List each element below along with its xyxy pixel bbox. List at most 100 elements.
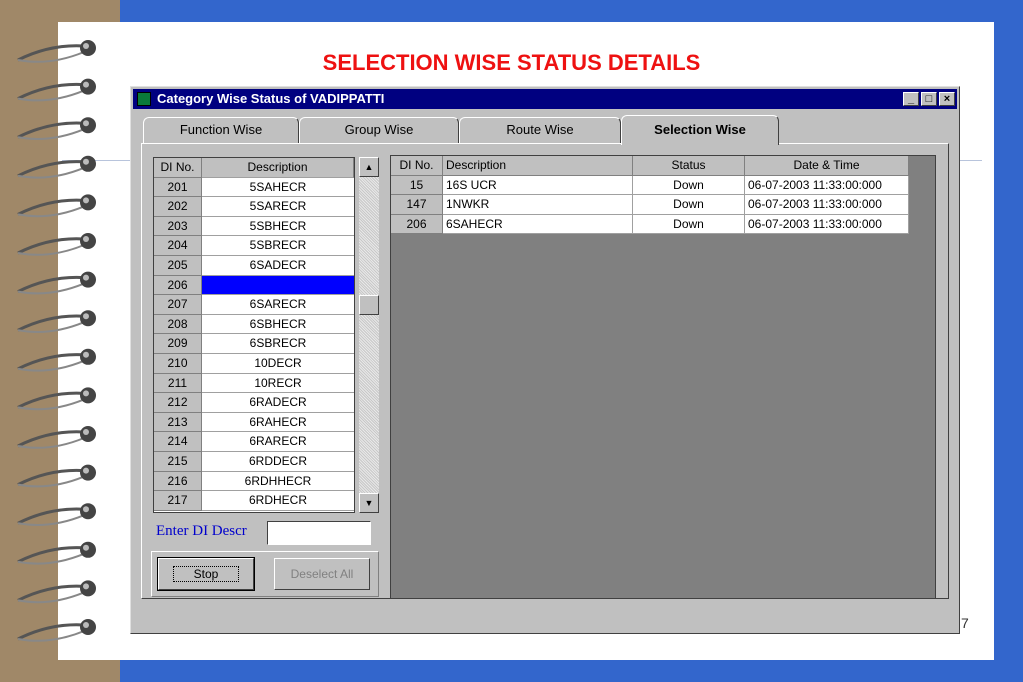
- di-description: 6RDDECR: [202, 452, 354, 472]
- binder-ring-icon: [17, 271, 96, 295]
- status-table-scroll-area: [909, 156, 935, 598]
- scroll-down-button[interactable]: ▼: [359, 493, 379, 513]
- di-number: 215: [154, 452, 202, 472]
- di-number: 205: [154, 256, 202, 276]
- status-cell: Down: [633, 175, 745, 196]
- column-header-di-no[interactable]: DI No.: [391, 156, 443, 176]
- stop-button-label: Stop: [172, 566, 240, 582]
- list-item[interactable]: 217 6RDHECR: [154, 491, 354, 511]
- spiral-binding: [17, 40, 96, 642]
- di-description: 6RARECR: [202, 432, 354, 452]
- scroll-up-button[interactable]: ▲: [359, 157, 379, 177]
- tab-route-wise[interactable]: Route Wise: [459, 117, 621, 143]
- column-header-date-time[interactable]: Date & Time: [745, 156, 909, 176]
- maximize-button[interactable]: □: [921, 92, 937, 106]
- enter-di-input[interactable]: [267, 521, 371, 545]
- di-number: 206: [391, 214, 443, 235]
- di-number: 209: [154, 334, 202, 354]
- binder-ring-icon: [17, 619, 96, 642]
- list-item[interactable]: 215 6RDDECR: [154, 452, 354, 472]
- di-number: 216: [154, 471, 202, 492]
- di-description: 6SBHECR: [202, 315, 354, 335]
- deselect-all-button[interactable]: Deselect All: [274, 558, 370, 590]
- list-item[interactable]: 203 5SBHECR: [154, 216, 354, 237]
- list-item[interactable]: 211 10RECR: [154, 373, 354, 394]
- list-item[interactable]: 214 6RARECR: [154, 432, 354, 452]
- tab-group-wise[interactable]: Group Wise: [299, 117, 459, 143]
- binder-ring-icon: [17, 541, 96, 565]
- page-number: 7: [961, 615, 969, 631]
- di-description: 10RECR: [202, 374, 354, 394]
- binder-ring-icon: [17, 464, 96, 488]
- di-number: 212: [154, 393, 202, 413]
- binder-ring-icon: [17, 310, 96, 333]
- status-cell: Down: [633, 195, 745, 215]
- status-table[interactable]: DI No. Description Status Date & Time 15…: [390, 155, 936, 599]
- list-item[interactable]: 212 6RADECR: [154, 393, 354, 413]
- list-item[interactable]: 213 6RAHECR: [154, 412, 354, 433]
- datetime-cell: 06-07-2003 11:33:00:000: [745, 175, 909, 196]
- di-description: 6RDHHECR: [202, 472, 354, 492]
- binder-ring-icon: [17, 155, 96, 179]
- binder-ring-icon: [17, 194, 96, 218]
- di-number: 201: [154, 177, 202, 198]
- di-number: 202: [154, 197, 202, 217]
- di-description: 10DECR: [202, 354, 354, 374]
- di-number: 206: [154, 275, 202, 296]
- table-row[interactable]: 206 6SAHECR Down 06-07-2003 11:33:00:000: [391, 214, 909, 235]
- list-item[interactable]: 216 6RDHHECR: [154, 471, 354, 492]
- di-description: 6RDHECR: [202, 491, 354, 511]
- di-description: 6RAHECR: [202, 413, 354, 433]
- close-button[interactable]: ×: [939, 92, 955, 106]
- di-description: 16S UCR: [443, 175, 633, 196]
- list-item[interactable]: 201 5SAHECR: [154, 177, 354, 198]
- list-item[interactable]: 208 6SBHECR: [154, 314, 354, 335]
- table-row[interactable]: 147 1NWKR Down 06-07-2003 11:33:00:000: [391, 195, 909, 215]
- di-number: 203: [154, 216, 202, 237]
- di-list-scrollbar[interactable]: ▲ ▼: [359, 157, 379, 513]
- binder-ring-icon: [17, 78, 96, 102]
- di-description: 5SAHECR: [202, 178, 354, 198]
- di-list[interactable]: DI No. Description 201 5SAHECR 202 5SARECR 2…: [153, 157, 355, 513]
- di-number: 211: [154, 373, 202, 394]
- stop-button[interactable]: Stop: [157, 557, 255, 591]
- di-description: 6SAHECR: [443, 214, 633, 235]
- datetime-cell: 06-07-2003 11:33:00:000: [745, 195, 909, 215]
- column-header-description[interactable]: Description: [202, 158, 354, 178]
- column-header-di-no[interactable]: DI No.: [154, 158, 202, 178]
- di-description: 6RADECR: [202, 393, 354, 413]
- binder-ring-icon: [17, 233, 96, 256]
- binder-ring-icon: [17, 387, 96, 411]
- list-item[interactable]: 207 6SARECR: [154, 295, 354, 315]
- scroll-thumb[interactable]: [359, 295, 379, 315]
- list-item[interactable]: 210 10DECR: [154, 354, 354, 374]
- list-item[interactable]: 205 6SADECR: [154, 256, 354, 276]
- di-description: 5SBHECR: [202, 217, 354, 237]
- di-description: 6SARECR: [202, 295, 354, 315]
- tab-function-wise[interactable]: Function Wise: [143, 117, 299, 143]
- di-list-header: DI No. Description: [154, 158, 354, 178]
- binder-ring-icon: [17, 580, 96, 604]
- app-icon: [137, 92, 151, 106]
- di-number: 210: [154, 354, 202, 374]
- list-item[interactable]: 204 5SBRECR: [154, 236, 354, 256]
- binder-ring-icon: [17, 117, 96, 140]
- list-item[interactable]: 206 6SAHECR: [154, 275, 354, 296]
- di-description: 6SAHECR: [202, 275, 354, 296]
- column-header-description[interactable]: Description: [443, 156, 633, 176]
- list-item[interactable]: 202 5SARECR: [154, 197, 354, 217]
- di-description: 5SBRECR: [202, 236, 354, 256]
- list-item[interactable]: 209 6SBRECR: [154, 334, 354, 354]
- di-number: 217: [154, 491, 202, 511]
- binder-ring-icon: [17, 348, 96, 372]
- tab-selection-wise[interactable]: Selection Wise: [621, 115, 779, 145]
- minimize-button[interactable]: _: [903, 92, 919, 106]
- di-description: 6SADECR: [202, 256, 354, 276]
- table-row[interactable]: 15 16S UCR Down 06-07-2003 11:33:00:000: [391, 175, 909, 196]
- di-description: 1NWKR: [443, 195, 633, 215]
- di-number: 15: [391, 175, 443, 196]
- slide-title: SELECTION WISE STATUS DETAILS: [322, 50, 701, 75]
- di-number: 208: [154, 314, 202, 335]
- window-titlebar[interactable]: Category Wise Status of VADIPPATTI _ □ ×: [133, 89, 957, 109]
- column-header-status[interactable]: Status: [633, 156, 745, 176]
